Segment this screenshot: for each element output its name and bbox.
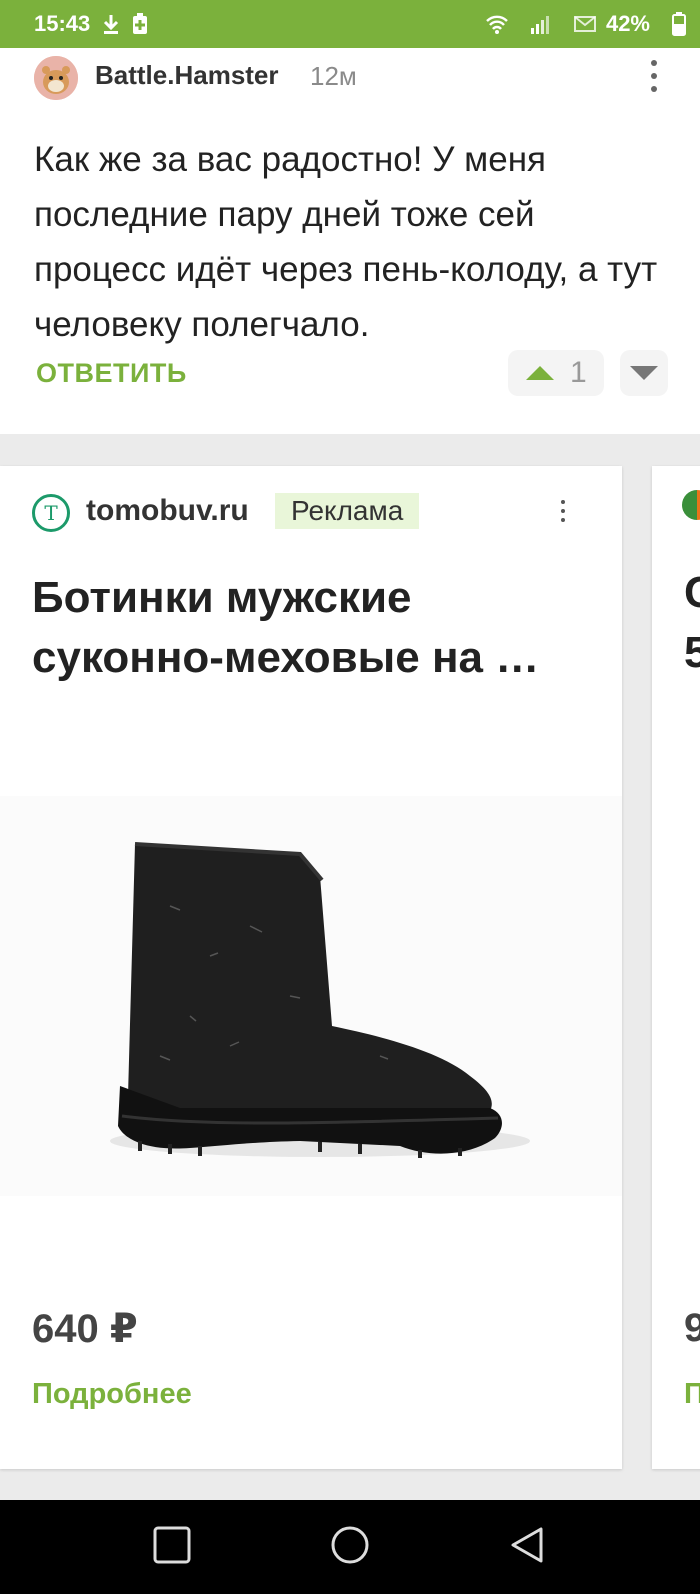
comment: Battle.Hamster 12м Как же за вас радостн… (0, 48, 700, 434)
advertiser-domain[interactable]: tomobuv.ru (86, 494, 249, 528)
comment-text: Как же за вас радостно! У меня последние… (34, 140, 658, 344)
battery-icon (672, 12, 686, 36)
comment-rating: 1 (570, 356, 587, 389)
ad-next-title-line2: 5 (684, 628, 700, 677)
ad-next-price: 9 (684, 1306, 700, 1350)
message-icon (573, 15, 596, 33)
advertiser-logo: T (32, 494, 70, 532)
status-time: 15:43 (34, 11, 91, 36)
ad-next-title-line1: С (684, 568, 700, 617)
back-button[interactable] (508, 1525, 548, 1570)
avatar[interactable] (34, 56, 78, 100)
product-image[interactable] (0, 796, 622, 1196)
ad-title[interactable]: Ботинки мужские суконно-меховые на … (32, 568, 592, 688)
downvote-button[interactable] (620, 350, 668, 396)
ad-next-more-link[interactable]: П (684, 1378, 700, 1411)
system-nav-bar (0, 1500, 700, 1594)
ad-badge: Реклама (275, 493, 420, 529)
wifi-icon (486, 14, 508, 34)
ad-price: 640 ₽ (32, 1307, 138, 1351)
arrow-up-icon (526, 366, 554, 380)
upvote-button[interactable]: 1 (508, 350, 604, 396)
ad-card-next[interactable]: С 5 9 П (652, 466, 700, 1469)
reply-button[interactable]: ОТВЕТИТЬ (36, 358, 187, 389)
comment-time: 12м (310, 61, 357, 91)
arrow-down-icon (630, 366, 658, 380)
battery-percent: 42% (605, 11, 650, 36)
status-bar: 15:43 42% (0, 0, 700, 48)
home-button[interactable] (330, 1525, 370, 1570)
comment-author[interactable]: Battle.Hamster (95, 60, 279, 91)
ad-menu-icon[interactable] (560, 500, 566, 522)
ad-card[interactable]: T tomobuv.ru Реклама Ботинки мужские сук… (0, 466, 622, 1469)
download-icon (102, 13, 120, 35)
comment-menu-icon[interactable] (648, 60, 660, 92)
battery-saver-icon (132, 13, 148, 35)
ad-more-link[interactable]: Подробнее (32, 1378, 192, 1411)
signal-icon (530, 14, 552, 34)
recents-button[interactable] (152, 1525, 192, 1570)
advertiser-logo-next (682, 490, 700, 520)
